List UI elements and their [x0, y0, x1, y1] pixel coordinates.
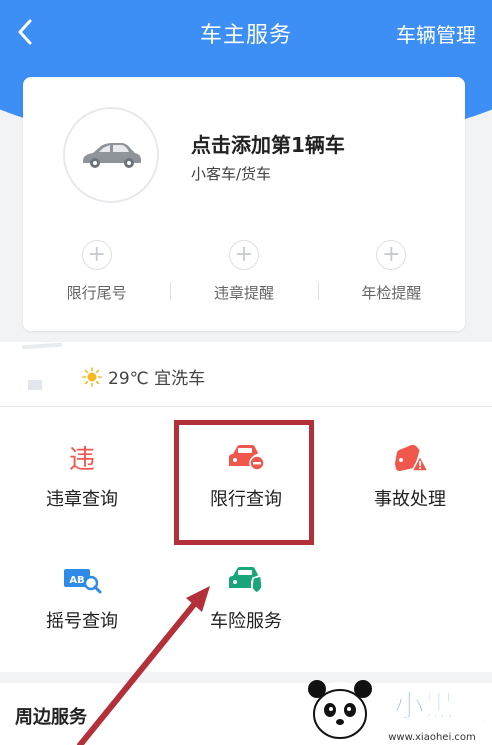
- car-type-subtitle: 小客车/货车: [191, 165, 272, 183]
- plus-icon: +: [81, 240, 112, 270]
- top-bar: 车主服务 车辆管理: [0, 0, 492, 66]
- reminder-violation[interactable]: + 违章提醒: [170, 240, 317, 310]
- service-violation-query[interactable]: 违 违章查询: [0, 443, 164, 511]
- plus-icon: +: [228, 240, 259, 270]
- vehicle-manage-link[interactable]: 车辆管理: [396, 19, 476, 48]
- service-lottery-query[interactable]: AB 摇号查询: [0, 565, 164, 633]
- svg-text:AB: AB: [69, 575, 84, 586]
- svg-text:游戏: 游戏: [453, 704, 487, 725]
- reminder-label: 限行尾号: [66, 284, 127, 302]
- weather-row: 29℃ 宜洗车: [0, 342, 492, 406]
- service-label: 事故处理: [374, 489, 446, 510]
- lottery-search-icon: AB: [64, 569, 102, 594]
- insurance-car-icon: [229, 567, 263, 594]
- service-accident-handling[interactable]: 事故处理: [328, 443, 492, 511]
- chevron-left-icon: [18, 19, 32, 45]
- violation-icon: 违: [69, 445, 95, 473]
- annotation-highlight-box: [174, 420, 314, 545]
- reminder-label: 年检提醒: [361, 284, 422, 302]
- service-label: 摇号查询: [46, 611, 118, 632]
- add-car-button[interactable]: [63, 107, 159, 203]
- plus-icon: +: [376, 240, 407, 270]
- svg-text:www.xiaohei.com: www.xiaohei.com: [388, 732, 476, 743]
- back-button[interactable]: [10, 14, 40, 50]
- svg-text:违: 违: [69, 445, 95, 473]
- decor-shape: [22, 342, 62, 390]
- service-car-insurance[interactable]: 车险服务: [164, 565, 328, 633]
- nearby-title: 周边服务: [15, 707, 87, 728]
- accident-icon: [394, 444, 430, 472]
- service-label: 车险服务: [210, 611, 282, 632]
- service-label: 违章查询: [46, 489, 118, 510]
- sun-icon: [82, 366, 102, 387]
- add-car-card: 点击添加第1辆车 小客车/货车 + 限行尾号 + 违章提醒 + 年检提醒: [23, 77, 465, 331]
- reminder-label: 违章提醒: [213, 284, 274, 302]
- svg-text:小黑: 小黑: [394, 689, 454, 724]
- weather-info[interactable]: 29℃ 宜洗车: [82, 364, 205, 389]
- reminder-row: + 限行尾号 + 违章提醒 + 年检提醒: [23, 240, 465, 310]
- reminder-annual-inspection[interactable]: + 年检提醒: [317, 240, 465, 310]
- weather-text: 29℃ 宜洗车: [108, 369, 206, 389]
- reminder-plate-restriction[interactable]: + 限行尾号: [23, 240, 170, 310]
- watermark-logo: 小黑 游戏 www.xiaohei.com: [308, 680, 487, 743]
- page-title: 车主服务: [199, 23, 292, 48]
- car-icon: [83, 143, 141, 168]
- add-car-title[interactable]: 点击添加第1辆车: [191, 129, 345, 158]
